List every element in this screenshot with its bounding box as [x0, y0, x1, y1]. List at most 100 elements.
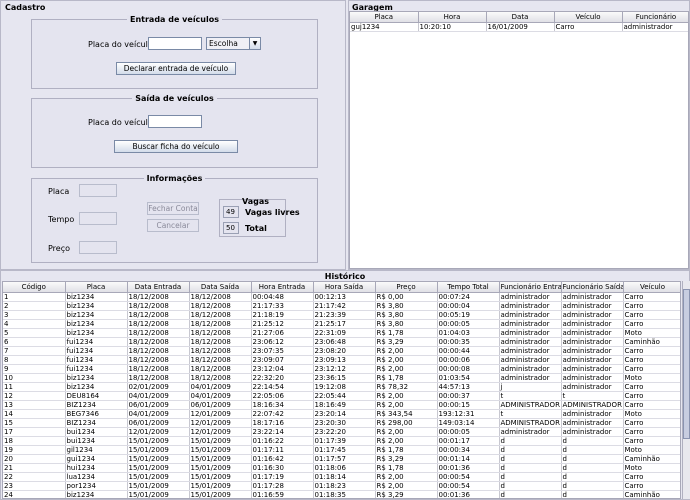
historico-table-row[interactable]: 7 fui1234 18/12/2008 18/12/2008 23:07:35 23:0… [3, 346, 680, 356]
historico-table-row[interactable]: 9 fui1234 18/12/2008 18/12/2008 23:12:04 23:1… [3, 364, 680, 374]
historico-table-cell: 00:00:34 [437, 445, 500, 455]
garagem-column-header[interactable]: Hora [418, 12, 487, 23]
historico-table-cell: biz1234 [65, 292, 128, 302]
historico-table-cell: 18/12/2008 [127, 328, 190, 338]
garagem-table-cell: guj1234 [350, 22, 419, 32]
historico-table-row[interactable]: 10 biz1234 18/12/2008 18/12/2008 22:32:20 23:… [3, 373, 680, 383]
historico-table-cell: d [499, 454, 562, 464]
historico-table-cell: R$ 298,00 [375, 418, 438, 428]
garagem-table-row[interactable]: guj1234 10:20:10 16/01/2009 Carro administra… [350, 22, 688, 32]
historico-table-cell: 18/12/2008 [127, 373, 190, 383]
historico-column-header[interactable]: Hora Saída [313, 282, 376, 293]
chevron-down-icon[interactable]: ▼ [249, 38, 260, 49]
historico-table-row[interactable]: 19 gil1234 15/01/2009 15/01/2009 01:17:11 01:… [3, 445, 680, 455]
historico-column-header[interactable]: Veículo [623, 282, 680, 293]
historico-table-row[interactable]: 2 biz1234 18/12/2008 18/12/2008 21:17:33 21:1… [3, 301, 680, 311]
historico-table-row[interactable]: 5 biz1234 18/12/2008 18/12/2008 21:27:06 22:3… [3, 328, 680, 338]
historico-table-row[interactable]: 24 biz1234 15/01/2009 15/01/2009 01:16:59 01:… [3, 490, 680, 498]
historico-table-cell: R$ 2,00 [375, 391, 438, 401]
historico-table-cell: 18:16:34 [251, 400, 314, 410]
historico-column-header[interactable]: Data Saída [189, 282, 252, 293]
historico-table-cell: bui1234 [65, 427, 128, 437]
historico-table-cell: 01:16:22 [251, 436, 314, 446]
historico-table-row[interactable]: 23 por1234 15/01/2009 15/01/2009 01:17:28 01:… [3, 481, 680, 491]
historico-table-cell: administrador [499, 328, 562, 338]
historico-table-cell: 18/12/2008 [189, 310, 252, 320]
historico-table-cell: R$ 1,78 [375, 445, 438, 455]
vagas-panel: Vagas 49 Vagas livres 50 Total [219, 197, 300, 237]
historico-table-cell: d [499, 436, 562, 446]
declarar-entrada-button[interactable]: Declarar entrada de veículo [116, 62, 236, 75]
historico-table-cell: d [499, 472, 562, 482]
historico-table-row[interactable]: 15 BIZ1234 06/01/2009 12/01/2009 18:17:16 23:… [3, 418, 680, 428]
historico-table-cell: fui1234 [65, 355, 128, 365]
historico-column-header[interactable]: Hora Entrada [251, 282, 314, 293]
historico-table-cell: d [499, 481, 562, 491]
garagem-column-header[interactable]: Veículo [554, 12, 623, 23]
historico-table-row[interactable]: 13 BIZ1234 06/01/2009 06/01/2009 18:16:34 18:… [3, 400, 680, 410]
historico-table-cell: 21:25:17 [313, 319, 376, 329]
fechar-conta-button[interactable]: Fechar Conta [147, 202, 199, 215]
historico-table-cell: 01:16:42 [251, 454, 314, 464]
buscar-ficha-button[interactable]: Buscar ficha do veículo [114, 140, 238, 153]
historico-table-cell: 00:00:54 [437, 472, 500, 482]
historico-column-header[interactable]: Funcionário Entrada [499, 282, 562, 293]
historico-table-cell: 22:32:20 [251, 373, 314, 383]
historico-vertical-scrollbar[interactable] [682, 281, 690, 499]
historico-table-cell: 15/01/2009 [127, 436, 190, 446]
historico-table-cell: fui1234 [65, 337, 128, 347]
historico-column-header[interactable]: Preço [375, 282, 438, 293]
historico-table-row[interactable]: 8 fui1234 18/12/2008 18/12/2008 23:09:07 23:0… [3, 355, 680, 365]
historico-table-row[interactable]: 18 bui1234 15/01/2009 15/01/2009 01:16:22 01:… [3, 436, 680, 446]
historico-table-cell: administrador [561, 301, 624, 311]
tipo-veiculo-select[interactable]: Escolha ▼ [206, 37, 261, 50]
historico-table-cell: biz1234 [65, 490, 128, 498]
historico-table-row[interactable]: 14 BEG7346 04/01/2009 12/01/2009 22:07:42 23:… [3, 409, 680, 419]
garagem-table-cell: Carro [554, 22, 623, 32]
historico-table-row[interactable]: 12 DEU8164 04/01/2009 04/01/2009 22:05:06 22:… [3, 391, 680, 401]
historico-table-cell: Carro [623, 418, 680, 428]
historico-table-cell: administrador [499, 346, 562, 356]
historico-column-header[interactable]: Placa [65, 282, 128, 293]
historico-table-cell: 21:18:19 [251, 310, 314, 320]
historico-table-cell: 21:27:06 [251, 328, 314, 338]
historico-table-cell: 15/01/2009 [189, 436, 252, 446]
garagem-column-header[interactable]: Funcionário [622, 12, 688, 23]
entrada-placa-input[interactable] [148, 37, 202, 50]
saida-placa-input[interactable] [148, 115, 202, 128]
historico-table-cell: 15/01/2009 [189, 454, 252, 464]
historico-column-header[interactable]: Código [3, 282, 66, 293]
historico-table-cell: administrador [561, 418, 624, 428]
historico-table-cell: R$ 3,80 [375, 319, 438, 329]
historico-table-cell: Carro [623, 427, 680, 437]
historico-table-cell: 44:57:13 [437, 382, 500, 392]
historico-column-header[interactable]: Tempo Total [437, 282, 500, 293]
historico-table-cell: R$ 2,00 [375, 346, 438, 356]
historico-table-cell: administrador [499, 301, 562, 311]
historico-table-cell: 18/12/2008 [127, 346, 190, 356]
info-placa-label: Placa [48, 187, 70, 196]
historico-table-row[interactable]: 4 biz1234 18/12/2008 18/12/2008 21:25:12 21:2… [3, 319, 680, 329]
historico-table-row[interactable]: 11 biz1234 02/01/2009 04/01/2009 22:14:54 19:… [3, 382, 680, 392]
cancelar-button[interactable]: Cancelar [147, 219, 199, 232]
historico-table-cell: 23:07:35 [251, 346, 314, 356]
historico-table-cell: 14 [3, 409, 66, 419]
historico-table-row[interactable]: 6 fui1234 18/12/2008 18/12/2008 23:06:12 23:0… [3, 337, 680, 347]
historico-table-cell: d [561, 436, 624, 446]
historico-table-cell: 00:00:06 [437, 355, 500, 365]
historico-table-row[interactable]: 3 biz1234 18/12/2008 18/12/2008 21:18:19 21:2… [3, 310, 680, 320]
historico-table-row[interactable]: 20 gui1234 15/01/2009 15/01/2009 01:16:42 01:… [3, 454, 680, 464]
historico-table-row[interactable]: 1 biz1234 18/12/2008 18/12/2008 00:04:48 00:1… [3, 292, 680, 302]
garagem-column-header[interactable]: Placa [350, 12, 419, 23]
historico-scroll-thumb[interactable] [683, 289, 690, 439]
saida-panel: Saída de veículos Placa do veículo Busca… [31, 94, 318, 168]
historico-column-header[interactable]: Funcionário Saída [561, 282, 624, 293]
historico-table-row[interactable]: 21 hui1234 15/01/2009 15/01/2009 01:16:30 01:… [3, 463, 680, 473]
historico-column-header[interactable]: Data Entrada [127, 282, 190, 293]
historico-table-row[interactable]: 22 lua1234 15/01/2009 15/01/2009 01:17:19 01:… [3, 472, 680, 482]
historico-table-row[interactable]: 17 bui1234 12/01/2009 12/01/2009 23:22:14 23:… [3, 427, 680, 437]
garagem-column-header[interactable]: Data [486, 12, 555, 23]
historico-table-cell: 21 [3, 463, 66, 473]
historico-table-cell: Carro [623, 400, 680, 410]
historico-table-cell: d [561, 472, 624, 482]
